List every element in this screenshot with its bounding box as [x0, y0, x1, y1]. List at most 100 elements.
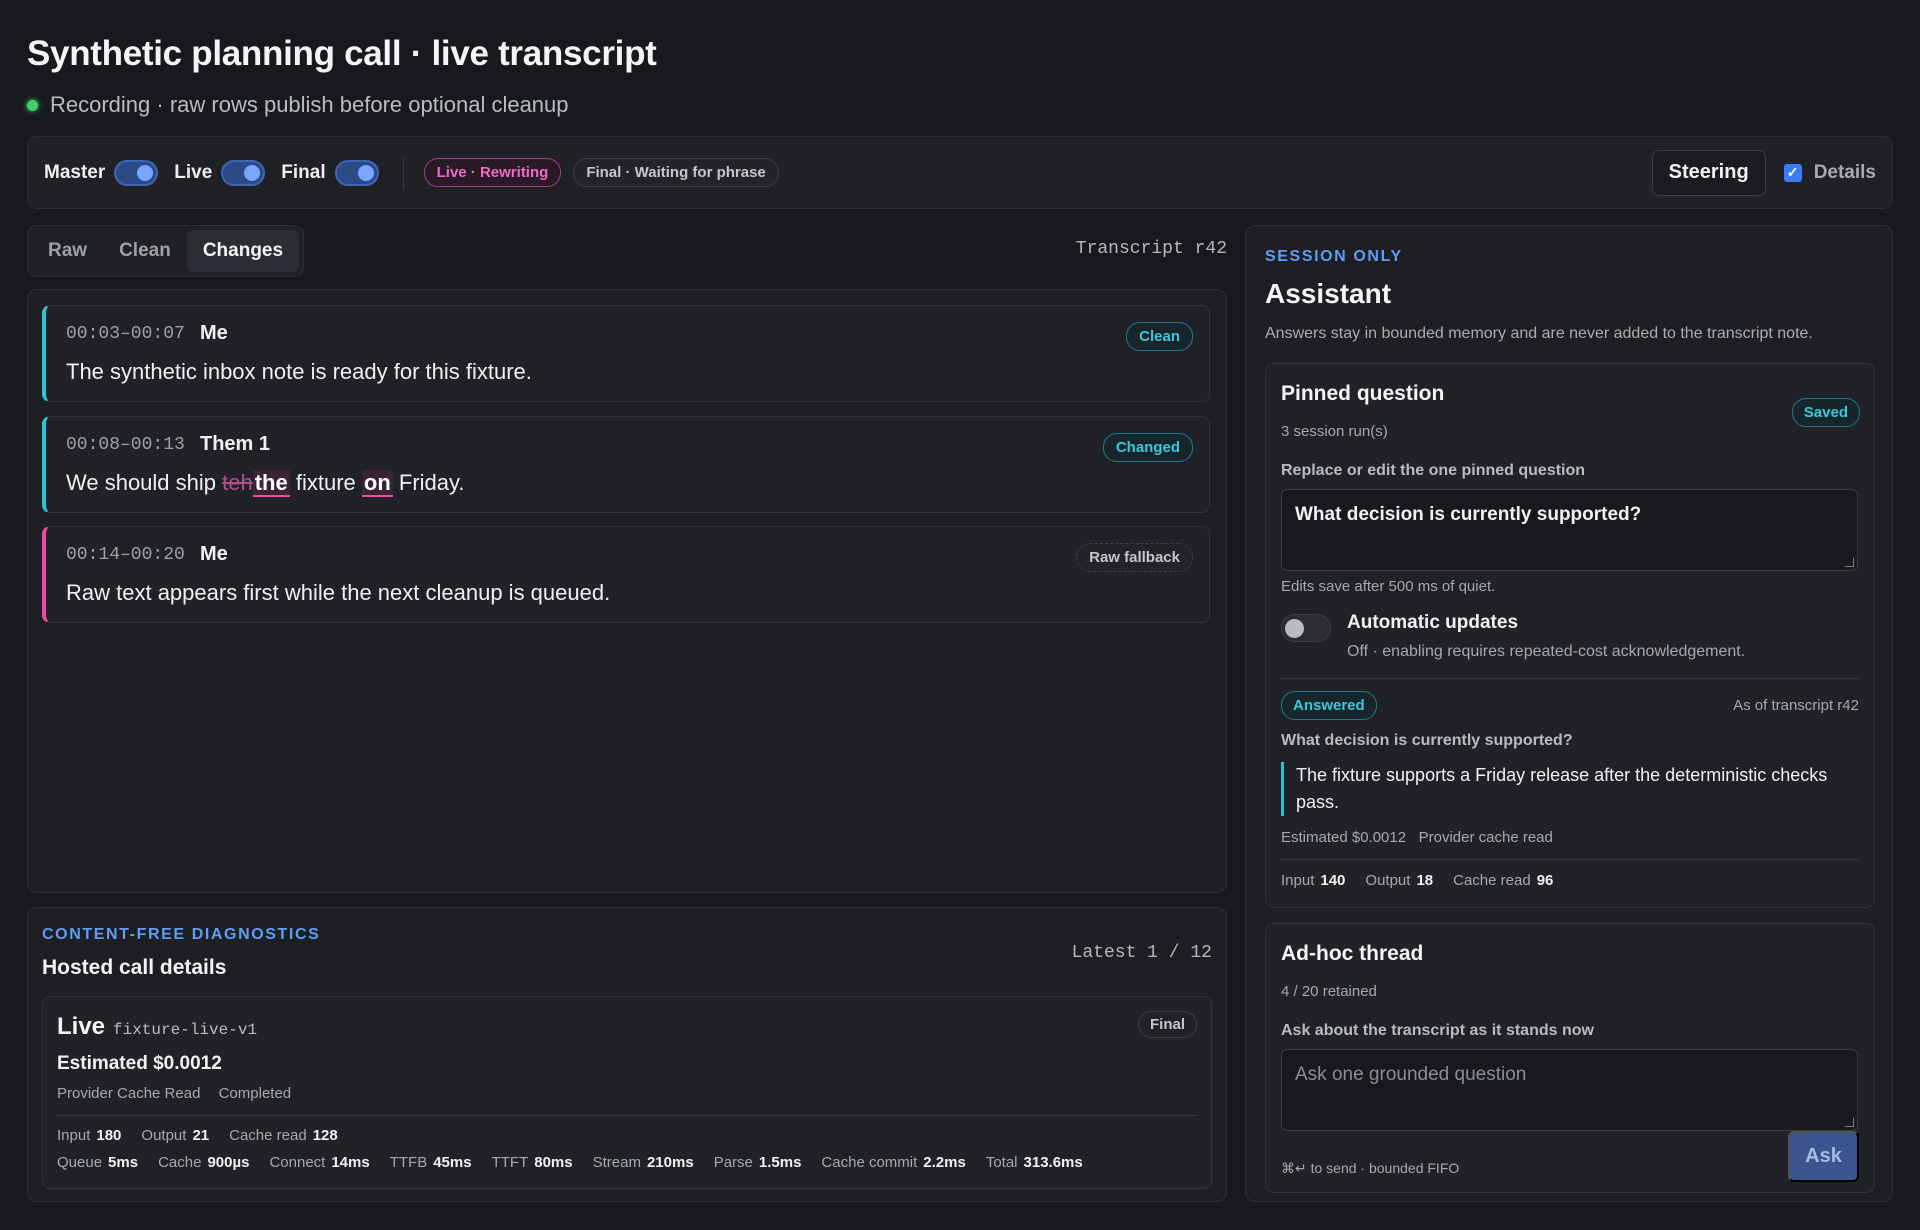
automatic-updates-title: Automatic updates	[1347, 612, 1519, 633]
metric: Stream 210ms	[592, 1154, 694, 1171]
metric: Cache 900µs	[158, 1154, 250, 1171]
metric: Queue 5ms	[57, 1154, 139, 1171]
call-title: Live	[57, 1013, 106, 1040]
row-speaker: Me	[200, 322, 228, 344]
row-time: 00:03–00:07	[66, 324, 185, 344]
answer-meta: Estimated $0.0012 Provider cache read	[1281, 829, 1553, 846]
timing-metrics: Queue 5ms Cache 900µs Connect 14ms TTFB 45ms…	[57, 1154, 1103, 1171]
metric: Cache commit 2.2ms	[821, 1154, 966, 1171]
answer-cache: Provider cache read	[1418, 829, 1553, 846]
live-toggle-label: Live	[174, 161, 213, 183]
session-runs: 3 session run(s)	[1281, 423, 1388, 440]
answer-question: What decision is currently supported?	[1281, 732, 1573, 749]
live-toggle[interactable]	[221, 159, 266, 186]
automatic-updates-toggle[interactable]	[1281, 614, 1331, 642]
automatic-updates-description: Off · enabling requires repeated-cost ac…	[1347, 643, 1746, 660]
call-tag: Completed	[218, 1085, 292, 1102]
divider	[1281, 859, 1859, 860]
control-toolbar: Master Live Final Live · Rewriting Final…	[27, 136, 1893, 209]
recording-status: Recording · raw rows publish before opti…	[27, 92, 569, 118]
assistant-title: Assistant	[1265, 278, 1392, 309]
text-segment: We should ship	[66, 470, 223, 495]
row-speaker: Them 1	[200, 433, 271, 455]
diagnostics-pager[interactable]: Latest 1 / 12	[1072, 943, 1212, 963]
ask-button[interactable]: Ask	[1788, 1131, 1859, 1182]
row-status-badge: Raw fallback	[1076, 543, 1193, 572]
diagnostics-title: Hosted call details	[42, 956, 227, 979]
metric: Parse 1.5ms	[713, 1154, 802, 1171]
metric: Input 180	[57, 1127, 122, 1144]
transcript-revision: Transcript r42	[1075, 239, 1227, 259]
pinned-title: Pinned question	[1281, 382, 1445, 405]
transcript-row: 00:08–00:13 Them 1 Changed We should shi…	[42, 416, 1210, 513]
assistant-description: Answers stay in bounded memory and are n…	[1265, 325, 1813, 342]
live-call-card: Live fixture-live-v1 Final Estimated $0.…	[42, 996, 1212, 1189]
assistant-panel: SESSION ONLY Assistant Answers stay in b…	[1245, 225, 1893, 1202]
metric: TTFB 45ms	[389, 1154, 472, 1171]
recording-status-text: Recording · raw rows publish before opti…	[50, 92, 569, 117]
adhoc-question-input[interactable]: Ask one grounded question	[1281, 1049, 1858, 1131]
answer-cost: Estimated $0.0012	[1281, 829, 1407, 846]
row-text: Raw text appears first while the next cl…	[66, 580, 611, 605]
row-time: 00:08–00:13	[66, 435, 185, 455]
adhoc-title: Ad-hoc thread	[1281, 942, 1424, 965]
final-toggle[interactable]	[334, 159, 379, 186]
row-status-badge: Changed	[1102, 433, 1193, 462]
answered-badge: Answered	[1281, 691, 1377, 720]
details-checkbox[interactable]: ✓	[1783, 163, 1802, 182]
metric: Output 18	[1365, 872, 1434, 889]
divider	[57, 1115, 1197, 1116]
row-text: The synthetic inbox note is ready for th…	[66, 359, 532, 384]
call-final-badge: Final	[1137, 1011, 1197, 1038]
adhoc-field-label: Ask about the transcript as it stands no…	[1281, 1022, 1594, 1039]
row-status-badge: Clean	[1126, 322, 1193, 351]
steering-button[interactable]: Steering	[1651, 149, 1766, 196]
saved-badge: Saved	[1791, 398, 1860, 427]
pinned-question-card: Pinned question Saved 3 session run(s) R…	[1265, 363, 1875, 908]
deleted-word: teh	[222, 470, 253, 495]
transcript-row: 00:03–00:07 Me Clean The synthetic inbox…	[42, 305, 1210, 402]
transcript-panel: 00:03–00:07 Me Clean The synthetic inbox…	[27, 289, 1227, 893]
call-tags: Provider Cache Read Completed	[57, 1085, 305, 1102]
master-toggle-label: Master	[44, 161, 106, 183]
metric: Connect 14ms	[269, 1154, 370, 1171]
text-segment: fixture	[289, 470, 362, 495]
page-title: Synthetic planning call · live transcrip…	[27, 34, 657, 73]
tab-changes[interactable]: Changes	[186, 230, 300, 272]
recording-dot-icon	[27, 99, 38, 111]
answer-text: The fixture supports a Friday release af…	[1281, 762, 1851, 816]
metric: Input 140	[1281, 872, 1346, 889]
metric: Cache read 128	[229, 1127, 338, 1144]
inserted-word: on	[361, 470, 393, 497]
row-text: We should ship tehthe fixture on Friday.	[66, 470, 465, 497]
retained-count: 4 / 20 retained	[1281, 983, 1377, 1000]
answer-token-metrics: Input 140 Output 18 Cache read 96	[1281, 872, 1573, 889]
toolbar-divider	[402, 155, 404, 190]
final-toggle-label: Final	[281, 161, 326, 183]
save-hint: Edits save after 500 ms of quiet.	[1281, 578, 1496, 595]
view-tabs: Raw Clean Changes	[27, 225, 305, 277]
send-hint: ⌘↵ to send · bounded FIFO	[1281, 1160, 1460, 1176]
as-of-revision: As of transcript r42	[1733, 697, 1859, 714]
live-status-pill: Live · Rewriting	[423, 158, 562, 187]
assistant-eyebrow: SESSION ONLY	[1265, 248, 1403, 265]
tab-raw[interactable]: Raw	[32, 230, 103, 272]
master-toggle[interactable]	[114, 159, 159, 186]
pinned-question-input[interactable]: What decision is currently supported?	[1281, 489, 1858, 571]
metric: Total 313.6ms	[985, 1154, 1083, 1171]
row-time: 00:14–00:20	[66, 545, 185, 565]
inserted-word: the	[252, 470, 290, 497]
metric: TTFT 80ms	[491, 1154, 573, 1171]
text-segment: Friday.	[392, 470, 465, 495]
call-cost: Estimated $0.0012	[57, 1053, 222, 1074]
call-model: fixture-live-v1	[113, 1021, 258, 1039]
call-tag: Provider Cache Read	[57, 1085, 201, 1102]
transcript-row: 00:14–00:20 Me Raw fallback Raw text app…	[42, 526, 1210, 623]
metric: Cache read 96	[1453, 872, 1554, 889]
diagnostics-eyebrow: CONTENT-FREE DIAGNOSTICS	[42, 926, 321, 943]
metric: Output 21	[141, 1127, 210, 1144]
row-speaker: Me	[200, 543, 228, 565]
divider	[1281, 678, 1859, 679]
pinned-field-label: Replace or edit the one pinned question	[1281, 462, 1586, 479]
tab-clean[interactable]: Clean	[103, 230, 187, 272]
